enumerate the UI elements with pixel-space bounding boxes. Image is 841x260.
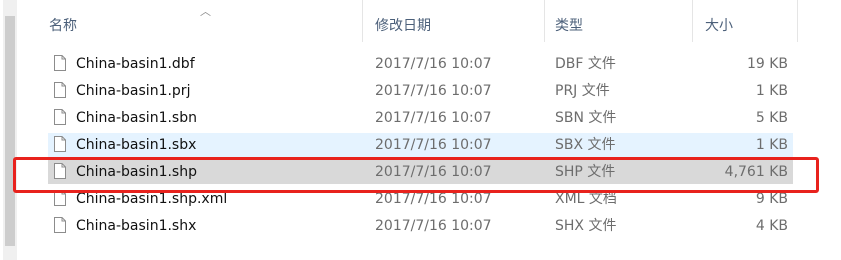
file-name: China-basin1.shx [76,218,197,234]
file-size: 19 KB [746,56,788,72]
file-modified-date: 2017/7/16 10:07 [375,110,492,126]
file-row[interactable]: China-basin1.prj 2017/7/16 10:07 PRJ 文件 … [48,79,793,103]
file-type: SBN 文件 [555,110,617,126]
file-name: China-basin1.sbx [76,137,197,153]
file-icon [54,136,66,152]
column-divider[interactable] [797,0,798,42]
file-name: China-basin1.sbn [76,110,197,126]
column-divider[interactable] [692,0,693,42]
column-header-bar: ︿ 名称 修改日期 类型 大小 [25,0,841,42]
file-icon [54,82,66,98]
file-modified-date: 2017/7/16 10:07 [375,218,492,234]
file-icon [54,55,66,71]
file-type: SHX 文件 [555,218,617,234]
column-divider[interactable] [544,0,545,42]
file-icon [54,109,66,125]
column-header-type[interactable]: 类型 [555,0,583,40]
file-row[interactable]: China-basin1.shx 2017/7/16 10:07 SHX 文件 … [48,214,793,238]
column-header-name[interactable]: 名称 [49,0,77,40]
left-pane-scrollbar[interactable] [0,0,25,260]
column-header-date[interactable]: 修改日期 [375,0,431,40]
scrollbar-thumb[interactable] [5,16,15,246]
file-size: 4 KB [755,218,788,234]
column-divider[interactable] [362,0,363,42]
file-icon [54,217,66,233]
file-name: China-basin1.dbf [76,56,195,72]
file-row[interactable]: China-basin1.sbn 2017/7/16 10:07 SBN 文件 … [48,106,793,130]
file-modified-date: 2017/7/16 10:07 [375,56,492,72]
file-size: 5 KB [755,110,788,126]
sort-up-icon: ︿ [200,5,211,18]
column-header-size[interactable]: 大小 [705,0,733,40]
file-type: DBF 文件 [555,56,616,72]
annotation-highlight-box [13,157,819,193]
file-modified-date: 2017/7/16 10:07 [375,83,492,99]
file-name: China-basin1.prj [76,83,191,99]
file-row[interactable]: China-basin1.sbx 2017/7/16 10:07 SBX 文件 … [48,133,793,157]
file-row[interactable]: China-basin1.dbf 2017/7/16 10:07 DBF 文件 … [48,52,793,76]
file-modified-date: 2017/7/16 10:07 [375,137,492,153]
file-type: PRJ 文件 [555,83,610,99]
file-size: 1 KB [755,137,788,153]
file-type: SBX 文件 [555,137,616,153]
file-size: 1 KB [755,83,788,99]
